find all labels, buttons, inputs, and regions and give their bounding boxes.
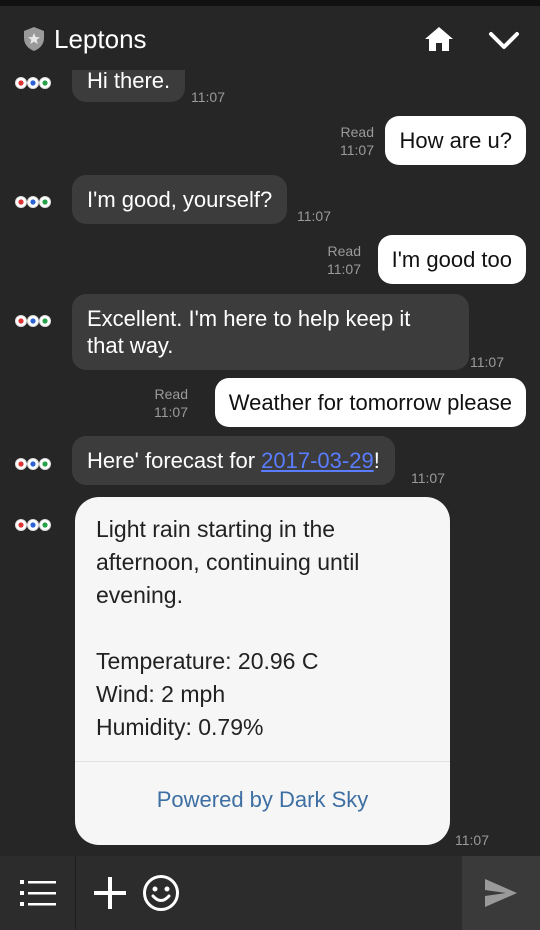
read-receipt: Read 11:07 bbox=[154, 385, 188, 421]
forecast-wind: Wind: 2 mph bbox=[96, 681, 226, 707]
bot-message: I'm good, yourself? bbox=[72, 175, 288, 224]
bot-message: Here' forecast for 2017-03-29! bbox=[72, 436, 395, 485]
forecast-card: Light rain starting in the afternoon, co… bbox=[75, 497, 450, 845]
card-divider bbox=[75, 761, 450, 762]
message-time: 11:07 bbox=[327, 261, 361, 277]
forecast-summary-line: afternoon, continuing until bbox=[96, 549, 360, 575]
plus-icon[interactable] bbox=[93, 876, 127, 910]
bot-avatar-icon bbox=[15, 196, 51, 208]
read-status: Read bbox=[340, 124, 374, 140]
date-link[interactable]: 2017-03-29 bbox=[261, 448, 374, 473]
composer-bar bbox=[0, 856, 540, 930]
home-icon[interactable] bbox=[424, 24, 454, 54]
chat-title[interactable]: Leptons bbox=[54, 24, 147, 55]
user-message: How are u? bbox=[385, 116, 526, 165]
composer-divider bbox=[75, 856, 76, 930]
chevron-down-icon[interactable] bbox=[488, 28, 520, 54]
powered-by-link[interactable]: Powered by Dark Sky bbox=[75, 787, 450, 813]
message-list[interactable]: Hi there. 11:07 Read 11:07 How are u? I'… bbox=[0, 70, 540, 856]
forecast-body: Light rain starting in the afternoon, co… bbox=[96, 513, 431, 744]
bot-avatar-icon bbox=[15, 519, 51, 531]
read-receipt: Read 11:07 bbox=[340, 123, 374, 159]
bot-avatar-icon bbox=[15, 458, 51, 470]
message-text: I'm good too bbox=[391, 247, 512, 272]
send-icon[interactable] bbox=[484, 878, 518, 908]
message-time: 11:07 bbox=[455, 832, 489, 848]
bot-avatar-icon bbox=[15, 315, 51, 327]
user-message: I'm good too bbox=[377, 235, 526, 284]
read-receipt: Read 11:07 bbox=[327, 242, 361, 278]
read-status: Read bbox=[154, 386, 188, 402]
message-text: I'm good, yourself? bbox=[87, 187, 273, 212]
list-icon[interactable] bbox=[20, 878, 56, 908]
message-time: 11:07 bbox=[340, 142, 374, 158]
message-text-line: Excellent. I'm here to help keep it bbox=[87, 306, 411, 331]
message-time: 11:07 bbox=[411, 470, 445, 486]
message-time: 11:07 bbox=[154, 404, 188, 420]
bot-message: Excellent. I'm here to help keep it that… bbox=[72, 294, 469, 370]
bot-avatar-icon bbox=[15, 77, 51, 89]
message-time: 11:07 bbox=[297, 208, 331, 224]
message-text: Hi there. bbox=[87, 70, 171, 93]
smiley-icon[interactable] bbox=[142, 874, 180, 912]
shield-star-icon bbox=[24, 27, 44, 51]
message-time: 11:07 bbox=[191, 89, 225, 105]
chat-header: Leptons bbox=[0, 6, 540, 70]
message-text: Weather for tomorrow please bbox=[228, 390, 512, 415]
forecast-summary-line: evening. bbox=[96, 582, 183, 608]
message-text: Here' forecast for bbox=[87, 448, 262, 473]
message-text: ! bbox=[373, 448, 380, 473]
message-text: How are u? bbox=[399, 128, 512, 153]
bot-message: Hi there. bbox=[72, 70, 186, 102]
read-status: Read bbox=[327, 243, 361, 259]
user-message: Weather for tomorrow please bbox=[214, 378, 526, 427]
message-text-line: that way. bbox=[87, 333, 174, 358]
forecast-summary-line: Light rain starting in the bbox=[96, 516, 336, 542]
forecast-humidity: Humidity: 0.79% bbox=[96, 714, 264, 740]
forecast-temperature: Temperature: 20.96 C bbox=[96, 648, 319, 674]
message-time: 11:07 bbox=[470, 354, 504, 370]
